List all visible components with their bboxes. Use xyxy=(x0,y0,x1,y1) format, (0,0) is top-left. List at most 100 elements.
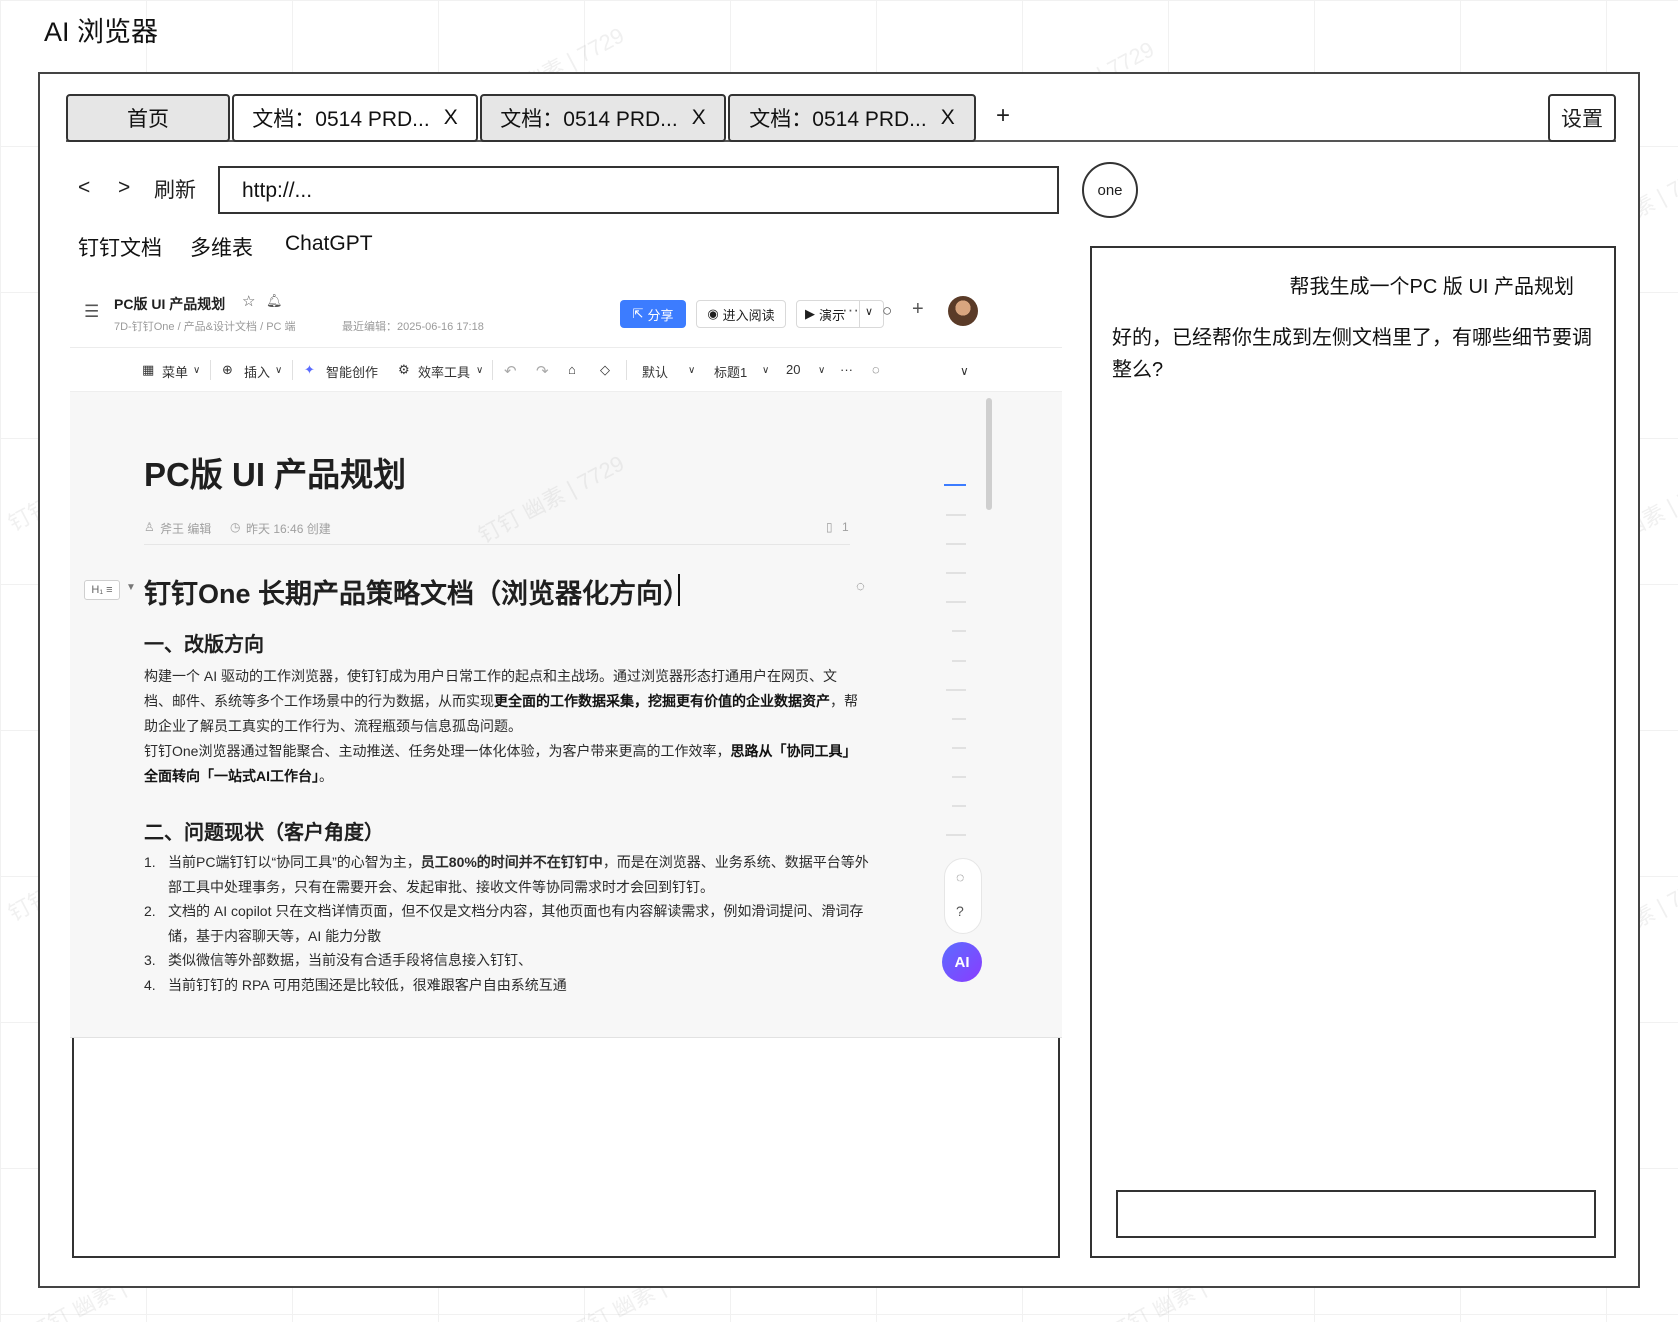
tab-label: 文档：0514 PRD... xyxy=(500,108,678,131)
close-icon[interactable]: X xyxy=(692,106,706,130)
chevron-down-icon[interactable]: ∨ xyxy=(193,365,200,376)
list-item[interactable]: 2. 文档的 AI copilot 只在文档详情页面，但不仅是文档分内容，其他页… xyxy=(144,899,870,948)
document-viewport: ☰ PC版 UI 产品规划 ☆ 🔔︎ 7D-钉钉One / 产品&设计文档 / … xyxy=(70,282,1062,1038)
outline-entry[interactable] xyxy=(952,718,966,720)
tab-doc-3[interactable]: 文档：0514 PRD... X xyxy=(728,94,976,142)
close-icon[interactable]: X xyxy=(444,106,458,130)
outline-entry[interactable] xyxy=(952,776,966,778)
forward-button[interactable]: > xyxy=(118,176,130,200)
tab-doc-2[interactable]: 文档：0514 PRD... X xyxy=(480,94,726,142)
toolbar-divider xyxy=(492,360,493,380)
comment-icon[interactable]: ◌ xyxy=(872,362,880,377)
heading-h1[interactable]: 钉钉One 长期产品策略文档（浏览器化方向） xyxy=(144,572,690,611)
heading-select[interactable]: 标题1 xyxy=(714,362,747,381)
toolbar-insert[interactable]: 插入 xyxy=(244,362,270,381)
outline-entry[interactable] xyxy=(946,834,966,836)
outline-entry[interactable] xyxy=(946,572,966,574)
toolbar-menu[interactable]: 菜单 xyxy=(162,362,188,381)
refresh-button[interactable]: 刷新 xyxy=(154,174,196,204)
search-icon[interactable]: ○ xyxy=(882,301,892,321)
bell-icon[interactable]: 🔔︎ xyxy=(266,293,283,309)
outline-entry[interactable] xyxy=(946,543,966,545)
settings-button[interactable]: 设置 xyxy=(1548,94,1616,142)
divider xyxy=(859,301,860,327)
clock-icon: ◷ xyxy=(230,520,241,534)
doc-count: 1 xyxy=(842,520,849,534)
magic-wand-icon[interactable]: ✦ xyxy=(304,362,315,378)
author-icon: ♙ xyxy=(144,520,155,534)
tab-home[interactable]: 首页 xyxy=(66,94,230,142)
list-item[interactable]: 4. 当前钉钉的 RPA 可用范围还是比较低，很难跟客户自由系统互通 xyxy=(144,973,870,998)
user-avatar[interactable] xyxy=(948,296,978,326)
toolbox-icon[interactable]: ⚙ xyxy=(398,362,410,378)
toolbar-smart-create[interactable]: 智能创作 xyxy=(326,362,378,381)
bookmark-chatgpt[interactable]: ChatGPT xyxy=(285,232,373,256)
font-size-select[interactable]: 20 xyxy=(786,362,800,377)
ai-assistant-button[interactable]: AI xyxy=(942,942,982,982)
tab-label: 首页 xyxy=(127,108,169,131)
chat-input[interactable] xyxy=(1116,1190,1596,1238)
text-run: 钉钉One浏览器通过智能聚合、主动推送、任务处理一体化体验，为客户带来更高的工作… xyxy=(144,743,731,759)
list-number: 3. xyxy=(144,952,156,969)
undo-icon[interactable]: ↶ xyxy=(504,362,517,380)
collapse-icon[interactable]: ▼ xyxy=(126,582,136,593)
menu-icon[interactable]: ▦ xyxy=(142,362,154,378)
outline-entry[interactable] xyxy=(952,747,966,749)
reading-mode-button[interactable]: ◉ 进入阅读 xyxy=(696,300,786,328)
tab-doc-1[interactable]: 文档：0514 PRD... X xyxy=(232,94,478,142)
outline-entry[interactable] xyxy=(946,514,966,516)
list-number: 2. xyxy=(144,903,156,920)
help-icon[interactable]: ? xyxy=(956,903,964,919)
section-heading[interactable]: 二、问题现状（客户角度） xyxy=(144,816,384,845)
star-icon[interactable]: ☆ xyxy=(242,292,255,310)
chevron-down-icon[interactable]: ∨ xyxy=(688,365,695,376)
scrollbar[interactable] xyxy=(986,398,992,510)
close-icon[interactable]: X xyxy=(941,106,955,130)
redo-icon[interactable]: ↷ xyxy=(536,362,549,380)
share-label: 分享 xyxy=(647,307,674,323)
share-button[interactable]: ⇱ 分享 xyxy=(620,300,686,328)
outline-toggle-icon[interactable]: ☰ xyxy=(84,302,99,322)
list-item[interactable]: 3. 类似微信等外部数据，当前没有合适手段将信息接入钉钉、 xyxy=(144,948,870,973)
divider xyxy=(144,544,850,545)
back-button[interactable]: < xyxy=(78,176,90,200)
outline-entry[interactable] xyxy=(946,689,966,691)
section-heading[interactable]: 一、改版方向 xyxy=(144,628,264,657)
heading-tag[interactable]: H₁ ≡ xyxy=(84,580,120,600)
insert-icon[interactable]: ⊕ xyxy=(222,362,233,378)
present-button[interactable]: ▶ 演示 ∨ xyxy=(796,300,884,328)
chevron-down-icon[interactable]: ∨ xyxy=(275,365,282,376)
outline-entry[interactable] xyxy=(952,805,966,807)
chevron-down-icon[interactable]: ∨ xyxy=(818,365,825,376)
bookmark-multidim-table[interactable]: 多维表 xyxy=(190,232,253,262)
list-item[interactable]: 1. 当前PC端钉钉以“协同工具”的心智为主，员工80%的时间并不在钉钉中，而是… xyxy=(144,850,870,899)
floating-actions: ◌ ? xyxy=(944,858,982,934)
format-painter-icon[interactable]: ⌂ xyxy=(568,362,576,377)
new-tab-button[interactable]: + xyxy=(996,102,1010,130)
doc-toolbar: ▦ 菜单 ∨ ⊕ 插入 ∨ ✦ 智能创作 ⚙ 效率工具 ∨ ↶ ↷ ⌂ ◇ 默认… xyxy=(70,348,1062,392)
chevron-down-icon[interactable]: ∨ xyxy=(476,365,483,376)
doc-body: 钉钉 幽素 | 7729 PC版 UI 产品规划 ♙ 斧王 编辑 ◷ 昨天 16… xyxy=(70,392,1062,1037)
add-icon[interactable]: + xyxy=(912,298,924,321)
style-select[interactable]: 默认 xyxy=(642,362,668,381)
outline-entry[interactable] xyxy=(952,660,966,662)
collapse-toolbar-icon[interactable]: ∨ xyxy=(960,364,969,378)
paragraph[interactable]: 构建一个 AI 驱动的工作浏览器，使钉钉成为用户日常工作的起点和主战场。通过浏览… xyxy=(144,664,864,739)
chevron-down-icon[interactable]: ∨ xyxy=(762,365,769,376)
comment-icon[interactable]: ◌ xyxy=(956,869,964,885)
outline-entry[interactable] xyxy=(952,630,966,632)
bookmark-dingtalk-docs[interactable]: 钉钉文档 xyxy=(78,232,162,262)
paragraph[interactable]: 钉钉One浏览器通过智能聚合、主动推送、任务处理一体化体验，为客户带来更高的工作… xyxy=(144,739,864,789)
outline-entry[interactable] xyxy=(946,601,966,603)
reading-mode-label: 进入阅读 xyxy=(722,307,775,323)
chevron-down-icon[interactable]: ∨ xyxy=(865,305,873,318)
account-avatar[interactable]: one xyxy=(1082,162,1138,218)
more-icon[interactable]: ··· xyxy=(840,362,853,377)
comment-icon[interactable]: ◌ xyxy=(856,578,865,595)
eraser-icon[interactable]: ◇ xyxy=(600,362,610,378)
toolbar-efficiency-tools[interactable]: 效率工具 xyxy=(418,362,470,381)
url-input[interactable]: http://... xyxy=(218,166,1059,214)
outline-entry[interactable] xyxy=(944,484,966,486)
breadcrumb[interactable]: 7D-钉钉One / 产品&设计文档 / PC 端 xyxy=(114,318,296,334)
more-icon[interactable]: ··· xyxy=(842,300,859,320)
